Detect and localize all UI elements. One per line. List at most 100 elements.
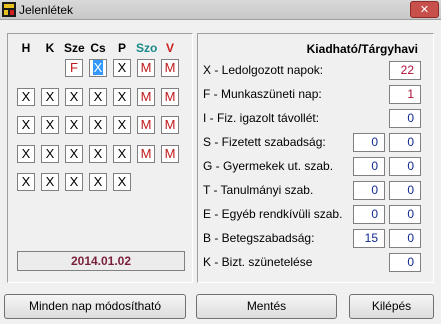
day-cell[interactable]: X <box>89 59 107 77</box>
day-cell[interactable]: X <box>113 59 131 77</box>
day-cell-value: X <box>93 174 103 189</box>
day-header: V <box>165 41 174 55</box>
day-cell[interactable]: X <box>65 116 83 134</box>
monthly-value: 0 <box>389 133 421 152</box>
day-cell[interactable]: M <box>161 116 179 134</box>
day-cell-value: X <box>117 146 127 161</box>
day-header: Szo <box>136 41 158 55</box>
day-cell-value: X <box>21 89 31 104</box>
monthly-value: 0 <box>389 181 421 200</box>
monthly-value: 0 <box>389 205 421 224</box>
monthly-value: 0 <box>389 253 421 272</box>
all-days-editable-button[interactable]: Minden nap módosítható <box>4 294 186 319</box>
day-cell[interactable]: M <box>161 145 179 163</box>
day-cell-value: M <box>140 146 152 161</box>
day-cell-value: X <box>93 117 103 132</box>
day-cell[interactable]: X <box>113 145 131 163</box>
day-cell-value: X <box>92 60 104 75</box>
day-cell[interactable]: M <box>137 145 155 163</box>
day-cell-value: F <box>70 60 78 75</box>
day-cell-value: X <box>93 89 103 104</box>
day-header: P <box>117 41 126 55</box>
day-cell-value: M <box>164 60 176 75</box>
day-cell-value: X <box>69 146 79 161</box>
day-cell[interactable]: X <box>17 145 35 163</box>
day-cell[interactable]: X <box>41 88 59 106</box>
day-cell-value: X <box>69 117 79 132</box>
day-cell-value: M <box>164 117 176 132</box>
day-cell-value: X <box>21 174 31 189</box>
day-cell[interactable]: X <box>89 145 107 163</box>
summary-row-label: X - Ledolgozott napok: <box>203 63 324 77</box>
available-value: 0 <box>353 205 385 224</box>
day-header: Cs <box>90 41 106 55</box>
day-header: Sze <box>64 41 85 55</box>
summary-row-label: B - Betegszabadság: <box>203 231 315 245</box>
summary-row-label: K - Bizt. szünetelése <box>203 255 313 269</box>
day-cell[interactable]: X <box>89 173 107 191</box>
monthly-value: 1 <box>389 85 421 104</box>
day-cell-value: M <box>140 89 152 104</box>
day-cell[interactable]: M <box>137 59 155 77</box>
summary-header: Kiadható/Tárgyhavi <box>306 42 418 56</box>
date-display: 2014.01.02 <box>17 251 185 271</box>
monthly-value: 0 <box>389 109 421 128</box>
day-cell[interactable]: F <box>65 59 83 77</box>
day-cell-value: M <box>164 89 176 104</box>
exit-button[interactable]: Kilépés <box>349 294 434 319</box>
day-cell[interactable]: X <box>65 88 83 106</box>
day-cell-value: M <box>140 117 152 132</box>
day-cell[interactable]: X <box>17 116 35 134</box>
close-button[interactable]: ✕ <box>410 1 439 18</box>
close-icon: ✕ <box>419 3 430 16</box>
day-cell-value: X <box>117 60 127 75</box>
app-icon <box>2 2 16 17</box>
day-cell-value: X <box>45 89 55 104</box>
day-cell-value: X <box>45 174 55 189</box>
monthly-value: 22 <box>389 61 421 80</box>
save-button-label: Mentés <box>246 299 287 313</box>
day-header: K <box>45 41 55 55</box>
day-cell-value: X <box>45 146 55 161</box>
day-cell-value: X <box>69 89 79 104</box>
day-cell-value: X <box>117 89 127 104</box>
day-cell-value: X <box>45 117 55 132</box>
available-value: 0 <box>353 181 385 200</box>
day-cell-value: X <box>21 146 31 161</box>
day-cell-value: M <box>164 146 176 161</box>
day-cell[interactable]: M <box>161 88 179 106</box>
day-cell-value: X <box>69 174 79 189</box>
day-cell[interactable]: M <box>161 59 179 77</box>
day-cell[interactable]: X <box>113 116 131 134</box>
available-value: 0 <box>353 157 385 176</box>
available-value: 15 <box>353 229 385 248</box>
day-cell[interactable]: M <box>137 116 155 134</box>
day-cell[interactable]: X <box>89 88 107 106</box>
summary-row-label: E - Egyéb rendkívüli szab. <box>203 207 343 221</box>
title-bar: Jelenlétek ✕ <box>0 0 441 20</box>
day-cell[interactable]: X <box>113 88 131 106</box>
day-cell[interactable]: X <box>113 173 131 191</box>
day-cell-value: M <box>140 60 152 75</box>
day-cell[interactable]: X <box>89 116 107 134</box>
day-cell[interactable]: X <box>65 145 83 163</box>
day-cell[interactable]: X <box>41 173 59 191</box>
save-button[interactable]: Mentés <box>196 294 337 319</box>
summary-row-label: G - Gyermekek ut. szab. <box>203 159 334 173</box>
available-value: 0 <box>353 133 385 152</box>
day-cell[interactable]: X <box>41 116 59 134</box>
summary-row-label: F - Munkaszüneti nap: <box>203 87 322 101</box>
day-cell-value: X <box>117 174 127 189</box>
day-cell-value: X <box>93 146 103 161</box>
day-cell-value: X <box>21 117 31 132</box>
day-cell[interactable]: X <box>17 88 35 106</box>
monthly-value: 0 <box>389 157 421 176</box>
summary-row-label: I - Fiz. igazolt távollét: <box>203 111 320 125</box>
summary-row-label: T - Tanulmányi szab. <box>203 183 314 197</box>
day-cell[interactable]: X <box>65 173 83 191</box>
day-cell[interactable]: M <box>137 88 155 106</box>
summary-row-label: S - Fizetett szabadság: <box>203 135 326 149</box>
day-cell[interactable]: X <box>41 145 59 163</box>
day-cell[interactable]: X <box>17 173 35 191</box>
day-header: H <box>21 41 31 55</box>
